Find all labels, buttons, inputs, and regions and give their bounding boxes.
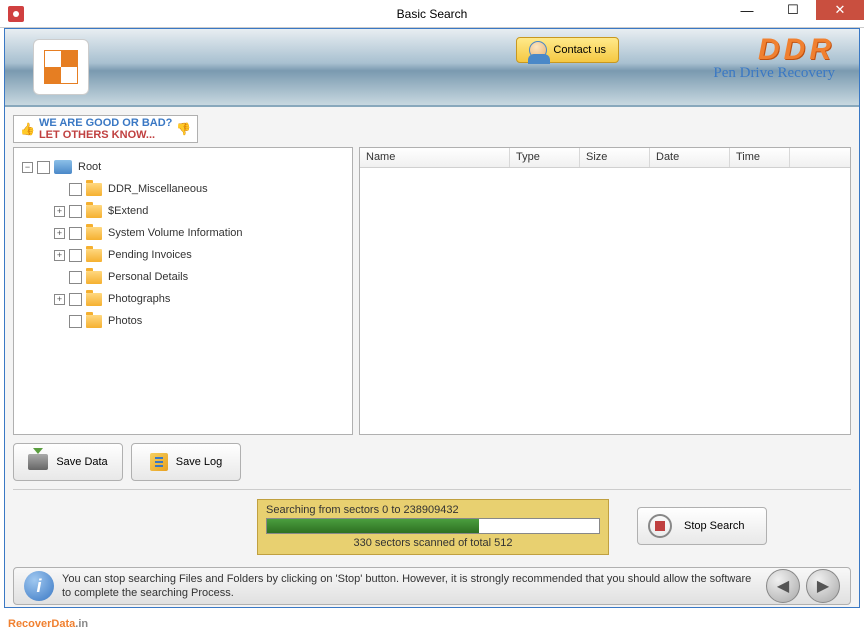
- maximize-button[interactable]: ☐: [770, 0, 816, 20]
- save-log-button[interactable]: Save Log: [131, 443, 241, 481]
- close-button[interactable]: ✕: [816, 0, 864, 20]
- tree-item[interactable]: Personal Details: [22, 266, 344, 288]
- tree-item-label: DDR_Miscellaneous: [108, 183, 208, 195]
- col-date[interactable]: Date: [650, 148, 730, 167]
- rating-line2: LET OTHERS KNOW...: [39, 129, 172, 141]
- tree-root[interactable]: − Root: [22, 156, 344, 178]
- thumb-up-icon: 👍: [20, 122, 35, 136]
- tree-item-label: Photos: [108, 315, 142, 327]
- save-data-icon: [28, 454, 48, 470]
- brand-name: DDR: [713, 33, 835, 67]
- checkbox[interactable]: [69, 315, 82, 328]
- tree-item-label: Pending Invoices: [108, 249, 192, 261]
- contact-us-button[interactable]: Contact us: [516, 37, 619, 63]
- folder-icon: [86, 183, 102, 196]
- forward-button[interactable]: ▶: [806, 569, 840, 603]
- checkbox[interactable]: [69, 227, 82, 240]
- folder-icon: [86, 293, 102, 306]
- tree-item[interactable]: + $Extend: [22, 200, 344, 222]
- folder-icon: [86, 271, 102, 284]
- app-icon: [8, 6, 24, 22]
- nav-buttons: ◀ ▶: [766, 569, 840, 603]
- save-data-label: Save Data: [56, 456, 107, 468]
- info-text: You can stop searching Files and Folders…: [62, 572, 758, 601]
- col-time[interactable]: Time: [730, 148, 790, 167]
- expand-icon[interactable]: +: [54, 294, 65, 305]
- tree-item[interactable]: + Pending Invoices: [22, 244, 344, 266]
- app-body: Contact us DDR Pen Drive Recovery 👍 WE A…: [4, 28, 860, 608]
- checkbox[interactable]: [69, 293, 82, 306]
- footer-brand: RecoverData.in: [8, 614, 88, 632]
- footer-name: RecoverData: [8, 618, 75, 630]
- folder-icon: [86, 227, 102, 240]
- folder-icon: [86, 249, 102, 262]
- checkbox[interactable]: [37, 161, 50, 174]
- stop-icon: [648, 514, 672, 538]
- folder-icon: [86, 205, 102, 218]
- col-type[interactable]: Type: [510, 148, 580, 167]
- tree-item-label: $Extend: [108, 205, 148, 217]
- expand-icon[interactable]: +: [54, 228, 65, 239]
- collapse-icon[interactable]: −: [22, 162, 33, 173]
- divider: [13, 489, 851, 490]
- titlebar: Basic Search — ☐ ✕: [0, 0, 864, 28]
- brand-block: DDR Pen Drive Recovery: [713, 33, 835, 82]
- header-band: Contact us DDR Pen Drive Recovery: [5, 29, 859, 107]
- progress-fill: [267, 519, 479, 533]
- stop-search-button[interactable]: Stop Search: [637, 507, 767, 545]
- logo: [33, 39, 89, 95]
- root-label: Root: [78, 161, 101, 173]
- logo-icon: [44, 50, 78, 84]
- folder-icon: [86, 315, 102, 328]
- tree-item-label: System Volume Information: [108, 227, 243, 239]
- thumb-down-icon: 👎: [176, 122, 191, 136]
- tree-item[interactable]: Photos: [22, 310, 344, 332]
- info-bar: i You can stop searching Files and Folde…: [13, 567, 851, 605]
- list-header: Name Type Size Date Time: [360, 148, 850, 168]
- person-icon: [529, 41, 547, 59]
- folder-tree[interactable]: − Root DDR_Miscellaneous + $Extend + System …: [13, 147, 353, 435]
- col-name[interactable]: Name: [360, 148, 510, 167]
- back-button[interactable]: ◀: [766, 569, 800, 603]
- brand-subtitle: Pen Drive Recovery: [713, 65, 835, 82]
- rating-bar[interactable]: 👍 WE ARE GOOD OR BAD? LET OTHERS KNOW...…: [13, 115, 198, 143]
- contact-label: Contact us: [553, 44, 606, 56]
- save-data-button[interactable]: Save Data: [13, 443, 123, 481]
- checkbox[interactable]: [69, 183, 82, 196]
- progress-status: 330 sectors scanned of total 512: [266, 537, 600, 549]
- tree-item[interactable]: + Photographs: [22, 288, 344, 310]
- window-title: Basic Search: [397, 7, 468, 21]
- checkbox[interactable]: [69, 249, 82, 262]
- action-row: Save Data Save Log: [13, 443, 241, 481]
- progress-label: Searching from sectors 0 to 238909432: [266, 504, 600, 516]
- info-icon: i: [24, 571, 54, 601]
- main-panel: − Root DDR_Miscellaneous + $Extend + System …: [13, 147, 851, 435]
- save-log-icon: [150, 453, 168, 471]
- rating-line1: WE ARE GOOD OR BAD?: [39, 117, 172, 129]
- file-list[interactable]: Name Type Size Date Time: [359, 147, 851, 435]
- footer-tld: .in: [75, 618, 88, 630]
- checkbox[interactable]: [69, 205, 82, 218]
- save-log-label: Save Log: [176, 456, 222, 468]
- col-size[interactable]: Size: [580, 148, 650, 167]
- tree-item[interactable]: DDR_Miscellaneous: [22, 178, 344, 200]
- expand-icon[interactable]: +: [54, 250, 65, 261]
- tree-item[interactable]: + System Volume Information: [22, 222, 344, 244]
- computer-icon: [54, 160, 72, 174]
- tree-item-label: Personal Details: [108, 271, 188, 283]
- minimize-button[interactable]: —: [724, 0, 770, 20]
- rating-text: WE ARE GOOD OR BAD? LET OTHERS KNOW...: [39, 117, 172, 141]
- checkbox[interactable]: [69, 271, 82, 284]
- expand-icon[interactable]: +: [54, 206, 65, 217]
- progress-bar: [266, 518, 600, 534]
- stop-label: Stop Search: [684, 520, 745, 532]
- tree-item-label: Photographs: [108, 293, 170, 305]
- window-controls: — ☐ ✕: [724, 0, 864, 20]
- progress-panel: Searching from sectors 0 to 238909432 33…: [257, 499, 609, 555]
